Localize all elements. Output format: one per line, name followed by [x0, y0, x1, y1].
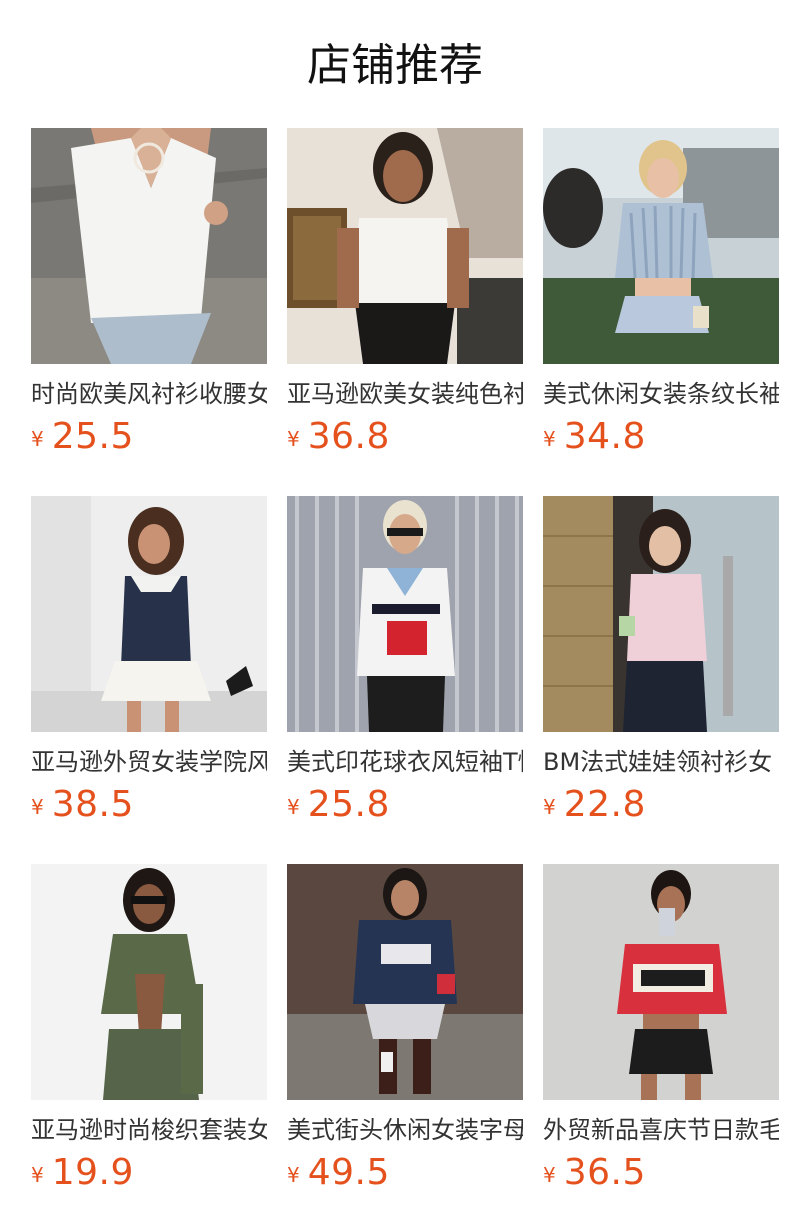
currency-symbol: ¥ — [31, 795, 44, 819]
product-name[interactable]: 外贸新品喜庆节日款毛衣 — [543, 1114, 779, 1146]
currency-symbol: ¥ — [543, 795, 556, 819]
product-name[interactable]: 美式街头休闲女装字母卫衣 — [287, 1114, 523, 1146]
product-photo-pink-shirt-icon — [543, 496, 779, 732]
product-name[interactable]: 美式休闲女装条纹长袖衬衫 — [543, 378, 779, 410]
currency-symbol: ¥ — [287, 1163, 300, 1187]
product-image[interactable] — [31, 128, 267, 364]
product-photo-striped-shirt-icon — [543, 128, 779, 364]
product-image[interactable] — [287, 864, 523, 1100]
product-card[interactable]: 时尚欧美风衬衫收腰女装 ¥ 25.5 — [31, 128, 267, 481]
product-image[interactable] — [31, 864, 267, 1100]
product-price: 38.5 — [51, 784, 134, 825]
product-photo-white-blouse-icon — [287, 128, 523, 364]
product-card[interactable]: 美式印花球衣风短袖T恤 ¥ 25.8 — [287, 496, 523, 849]
currency-symbol: ¥ — [287, 795, 300, 819]
section-title: 店铺推荐 — [307, 40, 483, 91]
product-price: 49.5 — [307, 1152, 390, 1193]
product-image[interactable] — [543, 864, 779, 1100]
product-name[interactable]: 亚马逊欧美女装纯色衬衫 — [287, 378, 523, 410]
product-price: 36.8 — [307, 416, 390, 457]
product-card[interactable]: 亚马逊时尚梭织套装女 ¥ 19.9 — [31, 864, 267, 1217]
product-card[interactable]: 亚马逊外贸女装学院风连衣裙 ¥ 38.5 — [31, 496, 267, 849]
product-image[interactable] — [287, 496, 523, 732]
product-price-line: ¥ 25.8 — [287, 784, 523, 828]
currency-symbol: ¥ — [543, 1163, 556, 1187]
product-price: 25.5 — [51, 416, 134, 457]
product-price: 19.9 — [51, 1152, 134, 1193]
product-name[interactable]: 亚马逊外贸女装学院风连衣裙 — [31, 746, 267, 778]
product-price-line: ¥ 36.5 — [543, 1152, 779, 1196]
product-photo-white-shirt-icon — [31, 128, 267, 364]
product-price-line: ¥ 22.8 — [543, 784, 779, 828]
product-photo-green-set-icon — [31, 864, 267, 1100]
product-photo-red-sweater-icon — [543, 864, 779, 1100]
product-price-line: ¥ 49.5 — [287, 1152, 523, 1196]
product-photo-jersey-tee-icon — [287, 496, 523, 732]
product-price: 36.5 — [563, 1152, 646, 1193]
product-card[interactable]: BM法式娃娃领衬衫女 ¥ 22.8 — [543, 496, 779, 849]
product-price: 25.8 — [307, 784, 390, 825]
product-grid: 时尚欧美风衬衫收腰女装 ¥ 25.5 亚马逊欧美女装纯色衬衫 — [31, 128, 790, 1217]
product-card[interactable]: 亚马逊欧美女装纯色衬衫 ¥ 36.8 — [287, 128, 523, 481]
product-name[interactable]: 亚马逊时尚梭织套装女 — [31, 1114, 267, 1146]
product-name[interactable]: 时尚欧美风衬衫收腰女装 — [31, 378, 267, 410]
product-photo-navy-sweatshirt-icon — [287, 864, 523, 1100]
product-image[interactable] — [31, 496, 267, 732]
product-price-line: ¥ 19.9 — [31, 1152, 267, 1196]
product-card[interactable]: 外贸新品喜庆节日款毛衣 ¥ 36.5 — [543, 864, 779, 1217]
product-price-line: ¥ 34.8 — [543, 416, 779, 460]
currency-symbol: ¥ — [543, 427, 556, 451]
product-image[interactable] — [543, 496, 779, 732]
product-photo-navy-dress-icon — [31, 496, 267, 732]
currency-symbol: ¥ — [287, 427, 300, 451]
product-name[interactable]: 美式印花球衣风短袖T恤 — [287, 746, 523, 778]
product-image[interactable] — [543, 128, 779, 364]
product-image[interactable] — [287, 128, 523, 364]
product-card[interactable]: 美式休闲女装条纹长袖衬衫 ¥ 34.8 — [543, 128, 779, 481]
currency-symbol: ¥ — [31, 1163, 44, 1187]
product-card[interactable]: 美式街头休闲女装字母卫衣 ¥ 49.5 — [287, 864, 523, 1217]
product-price: 34.8 — [563, 416, 646, 457]
currency-symbol: ¥ — [31, 427, 44, 451]
product-price-line: ¥ 25.5 — [31, 416, 267, 460]
product-name[interactable]: BM法式娃娃领衬衫女 — [543, 746, 779, 778]
product-price-line: ¥ 36.8 — [287, 416, 523, 460]
product-price: 22.8 — [563, 784, 646, 825]
product-price-line: ¥ 38.5 — [31, 784, 267, 828]
